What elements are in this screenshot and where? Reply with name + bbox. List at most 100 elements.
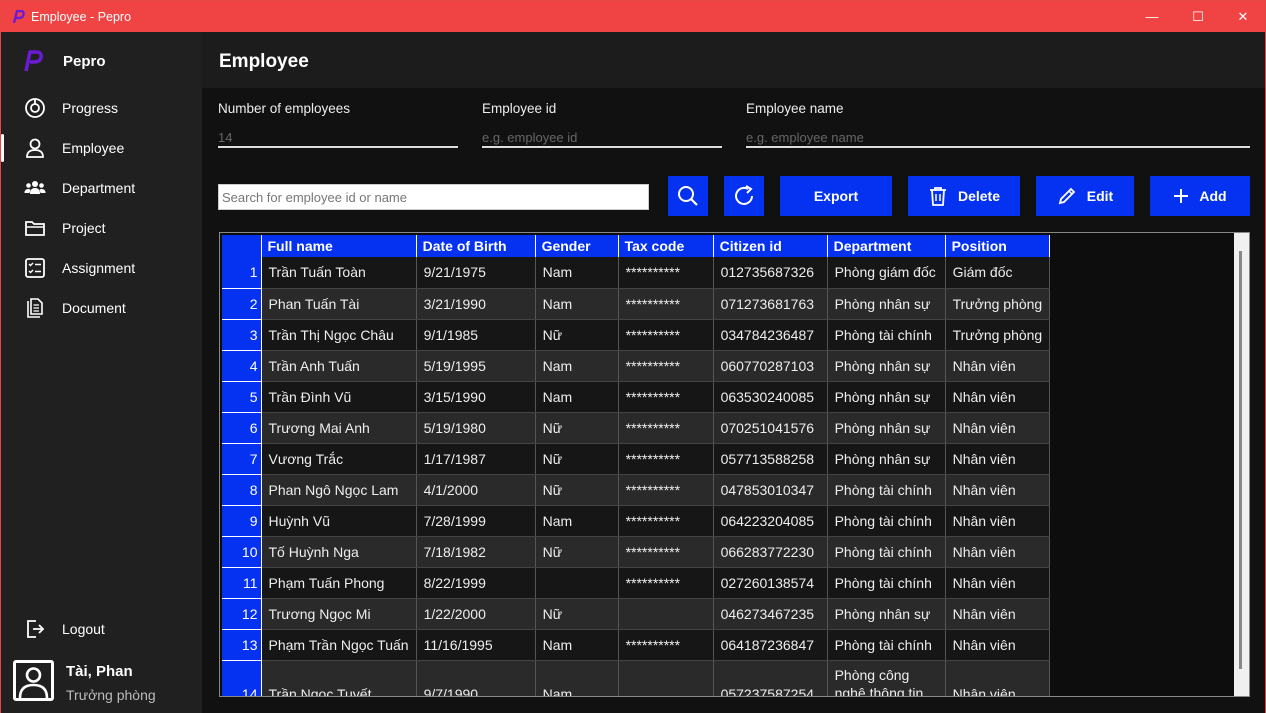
department-cell[interactable]: Phòng công nghệ thông tin: [827, 660, 946, 696]
table-row[interactable]: 4 Trần Anh Tuấn 5/19/1995 Nam ********** 0607…: [222, 350, 1051, 382]
table-row[interactable]: 14 Trần Ngọc Tuyết 9/7/1990 Nam 057237587254…: [222, 660, 1051, 696]
vertical-scrollbar[interactable]: [1234, 233, 1249, 696]
edit-button[interactable]: Edit: [1036, 176, 1134, 216]
scrollbar-thumb[interactable]: [1239, 251, 1242, 669]
position-cell[interactable]: Giám đốc: [945, 257, 1051, 289]
row-number[interactable]: 13: [222, 629, 262, 661]
row-number[interactable]: 6: [222, 412, 262, 444]
employee-name-field[interactable]: Employee name e.g. employee name: [746, 101, 1250, 148]
department-cell[interactable]: Phòng nhân sự: [827, 412, 946, 444]
sidebar-item-project[interactable]: Project: [1, 208, 202, 248]
tax-code-cell[interactable]: [618, 598, 714, 630]
gender-cell[interactable]: Nữ: [535, 443, 619, 475]
gender-cell[interactable]: Nam: [535, 350, 619, 382]
tax-code-cell[interactable]: **********: [618, 381, 714, 413]
employee-name-input[interactable]: e.g. employee name: [746, 128, 1250, 148]
citizen-id-cell[interactable]: 060770287103: [713, 350, 828, 382]
search-input[interactable]: Search for employee id or name: [218, 184, 649, 210]
employee-table[interactable]: Full name Date of Birth Gender Tax code …: [219, 232, 1250, 697]
column-header-tax-code[interactable]: Tax code: [618, 235, 714, 257]
table-row[interactable]: 5 Trần Đình Vũ 3/15/1990 Nam ********** 06353…: [222, 381, 1051, 413]
row-number[interactable]: 5: [222, 381, 262, 413]
full-name-cell[interactable]: Trần Thị Ngọc Châu: [261, 319, 417, 351]
row-number[interactable]: 2: [222, 288, 262, 320]
table-row[interactable]: 3 Trần Thị Ngọc Châu 9/1/1985 Nữ ********** 0…: [222, 319, 1051, 351]
position-cell[interactable]: Nhân viên: [945, 412, 1051, 444]
column-header-full-name[interactable]: Full name: [261, 235, 417, 257]
citizen-id-cell[interactable]: 057713588258: [713, 443, 828, 475]
table-row[interactable]: 12 Trương Ngọc Mi 1/22/2000 Nữ 046273467235 P…: [222, 598, 1051, 630]
department-cell[interactable]: Phòng tài chính: [827, 536, 946, 568]
table-row[interactable]: 9 Huỳnh Vũ 7/28/1999 Nam ********** 064223204…: [222, 505, 1051, 537]
date-of-birth-cell[interactable]: 4/1/2000: [416, 474, 536, 506]
table-row[interactable]: 7 Vương Trắc 1/17/1987 Nữ ********** 05771358…: [222, 443, 1051, 475]
tax-code-cell[interactable]: **********: [618, 443, 714, 475]
user-profile[interactable]: Tài, Phan Trưởng phòng: [13, 660, 156, 703]
sidebar-item-employee[interactable]: Employee: [1, 128, 202, 168]
gender-cell[interactable]: Nữ: [535, 474, 619, 506]
column-header-gender[interactable]: Gender: [535, 235, 619, 257]
position-cell[interactable]: Nhân viên: [945, 536, 1051, 568]
full-name-cell[interactable]: Trương Mai Anh: [261, 412, 417, 444]
department-cell[interactable]: Phòng giám đốc: [827, 257, 946, 289]
department-cell[interactable]: Phòng nhân sự: [827, 598, 946, 630]
department-cell[interactable]: Phòng nhân sự: [827, 288, 946, 320]
position-cell[interactable]: Nhân viên: [945, 598, 1051, 630]
date-of-birth-cell[interactable]: 1/17/1987: [416, 443, 536, 475]
position-cell[interactable]: Nhân viên: [945, 660, 1051, 696]
tax-code-cell[interactable]: **********: [618, 629, 714, 661]
table-row[interactable]: 6 Trương Mai Anh 5/19/1980 Nữ ********** 0702…: [222, 412, 1051, 444]
position-cell[interactable]: Nhân viên: [945, 350, 1051, 382]
full-name-cell[interactable]: Trần Anh Tuấn: [261, 350, 417, 382]
department-cell[interactable]: Phòng tài chính: [827, 629, 946, 661]
minimize-button[interactable]: —: [1129, 1, 1175, 32]
gender-cell[interactable]: [535, 567, 619, 599]
position-cell[interactable]: Nhân viên: [945, 381, 1051, 413]
tax-code-cell[interactable]: **********: [618, 474, 714, 506]
row-number[interactable]: 7: [222, 443, 262, 475]
date-of-birth-cell[interactable]: 1/22/2000: [416, 598, 536, 630]
row-number[interactable]: 14: [222, 660, 262, 696]
citizen-id-cell[interactable]: 064223204085: [713, 505, 828, 537]
gender-cell[interactable]: Nam: [535, 660, 619, 696]
citizen-id-cell[interactable]: 027260138574: [713, 567, 828, 599]
close-button[interactable]: ✕: [1220, 1, 1266, 32]
tax-code-cell[interactable]: **********: [618, 536, 714, 568]
tax-code-cell[interactable]: **********: [618, 567, 714, 599]
sidebar-item-assignment[interactable]: Assignment: [1, 248, 202, 288]
full-name-cell[interactable]: Phan Tuấn Tài: [261, 288, 417, 320]
full-name-cell[interactable]: Trần Đình Vũ: [261, 381, 417, 413]
row-number[interactable]: 4: [222, 350, 262, 382]
search-button[interactable]: [668, 176, 708, 216]
tax-code-cell[interactable]: **********: [618, 288, 714, 320]
full-name-cell[interactable]: Phạm Trần Ngọc Tuấn: [261, 629, 417, 661]
full-name-cell[interactable]: Huỳnh Vũ: [261, 505, 417, 537]
tax-code-cell[interactable]: **********: [618, 505, 714, 537]
date-of-birth-cell[interactable]: 9/1/1985: [416, 319, 536, 351]
gender-cell[interactable]: Nam: [535, 505, 619, 537]
department-cell[interactable]: Phòng nhân sự: [827, 350, 946, 382]
row-number[interactable]: 3: [222, 319, 262, 351]
date-of-birth-cell[interactable]: 11/16/1995: [416, 629, 536, 661]
gender-cell[interactable]: Nam: [535, 257, 619, 289]
maximize-button[interactable]: ☐: [1175, 1, 1221, 32]
date-of-birth-cell[interactable]: 9/21/1975: [416, 257, 536, 289]
date-of-birth-cell[interactable]: 3/15/1990: [416, 381, 536, 413]
table-row[interactable]: 13 Phạm Trần Ngọc Tuấn 11/16/1995 Nam ******…: [222, 629, 1051, 661]
citizen-id-cell[interactable]: 046273467235: [713, 598, 828, 630]
date-of-birth-cell[interactable]: 5/19/1980: [416, 412, 536, 444]
full-name-cell[interactable]: Trương Ngọc Mi: [261, 598, 417, 630]
row-number[interactable]: 10: [222, 536, 262, 568]
position-cell[interactable]: Nhân viên: [945, 443, 1051, 475]
logout-button[interactable]: Logout: [1, 609, 202, 649]
row-number[interactable]: 9: [222, 505, 262, 537]
department-cell[interactable]: Phòng tài chính: [827, 505, 946, 537]
tax-code-cell[interactable]: **********: [618, 350, 714, 382]
tax-code-cell[interactable]: **********: [618, 319, 714, 351]
gender-cell[interactable]: Nam: [535, 288, 619, 320]
full-name-cell[interactable]: Vương Trắc: [261, 443, 417, 475]
department-cell[interactable]: Phòng tài chính: [827, 567, 946, 599]
full-name-cell[interactable]: Phan Ngô Ngọc Lam: [261, 474, 417, 506]
department-cell[interactable]: Phòng nhân sự: [827, 443, 946, 475]
row-number[interactable]: 1: [222, 257, 262, 289]
